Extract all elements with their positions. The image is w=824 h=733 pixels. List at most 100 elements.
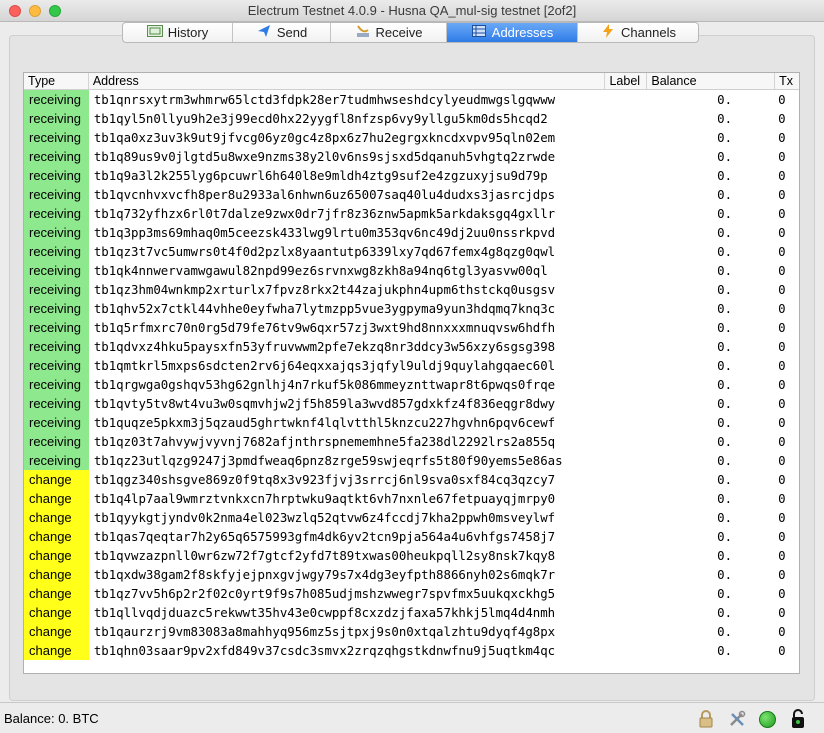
address-table[interactable]: Type Address Label Balance Tx receiving t… [23, 72, 800, 674]
address-type-cell: receiving [24, 432, 89, 451]
table-row[interactable]: receiving tb1qz23utlqzg9247j3pmdfweaq6pnz… [24, 451, 799, 470]
address-type-cell: change [24, 584, 89, 603]
table-row[interactable]: change tb1qxdw38gam2f8skfyjejpnxgvjwgy79s… [24, 565, 799, 584]
table-row[interactable]: receiving tb1q9a3l2k255lyg6pcuwrl6h640l8e… [24, 166, 799, 185]
table-row[interactable]: change tb1qas7qeqtar7h2y65q6575993gfm4dk6… [24, 527, 799, 546]
balance-cell: 0. [717, 548, 733, 563]
close-window-button[interactable] [9, 5, 21, 17]
balance-cell: 0. [717, 339, 733, 354]
balance-cell: 0. [717, 491, 733, 506]
minimize-window-button[interactable] [29, 5, 41, 17]
table-row[interactable]: change tb1qz7vv5h6p2r2f02c0yrt9f9s7h085ud… [24, 584, 799, 603]
label-cell [605, 147, 647, 166]
tx-count-cell: 0 [778, 339, 786, 354]
seed-icon[interactable] [788, 709, 808, 729]
table-row[interactable]: change tb1qhn03saar9pv2xfd849v37csdc3smvx… [24, 641, 799, 660]
table-row[interactable]: receiving tb1qz03t7ahvywjvyvnj7682afjnthr… [24, 432, 799, 451]
header-label[interactable]: Label [605, 73, 648, 89]
table-row[interactable]: receiving tb1q5rfmxrc70n0rg5d79fe76tv9w6q… [24, 318, 799, 337]
balance-cell: 0. [717, 301, 733, 316]
address-cell: tb1qvwzazpnll0wr6zw72f7gtcf2yfd7t89txwas… [93, 548, 556, 563]
balance-cell: 0. [717, 111, 733, 126]
lock-icon[interactable] [696, 709, 716, 729]
table-row[interactable]: change tb1qgz340shsgve869z0f9tq8x3v923fjv… [24, 470, 799, 489]
header-address[interactable]: Address [89, 73, 606, 89]
tab-send[interactable]: Send [233, 23, 331, 42]
label-cell [605, 489, 647, 508]
tab-history[interactable]: History [123, 23, 233, 42]
tab-channels[interactable]: Channels [578, 23, 698, 42]
table-row[interactable]: receiving tb1q732yfhzx6rl0t7dalze9zwx0dr7… [24, 204, 799, 223]
address-cell: tb1qgz340shsgve869z0f9tq8x3v923fjvj3srrc… [93, 472, 556, 487]
tab-addresses[interactable]: Addresses [447, 23, 578, 42]
table-row[interactable]: receiving tb1qvcnhvxvcfh8per8u2933al6nhwn… [24, 185, 799, 204]
table-row[interactable]: receiving tb1q3pp3ms69mhaq0m5ceezsk433lwg… [24, 223, 799, 242]
table-row[interactable]: receiving tb1quqze5pkxm3j5qzaud5ghrtwknf4… [24, 413, 799, 432]
tx-count-cell: 0 [778, 187, 786, 202]
table-row[interactable]: receiving tb1qmtkrl5mxps6sdcten2rv6j64eqx… [24, 356, 799, 375]
table-row[interactable]: change tb1qllvqdjduazc5rekwwt35hv43e0cwpp… [24, 603, 799, 622]
address-cell: tb1q9a3l2k255lyg6pcuwrl6h640l8e9mldh4ztg… [93, 168, 548, 183]
table-row[interactable]: receiving tb1qz3t7vc5umwrs0t4f0d2pzlx8yaa… [24, 242, 799, 261]
address-cell: tb1qxdw38gam2f8skfyjejpnxgvjwgy79s7x4dg3… [93, 567, 556, 582]
tx-count-cell: 0 [778, 244, 786, 259]
zoom-window-button[interactable] [49, 5, 61, 17]
label-cell [605, 90, 647, 109]
address-cell: tb1qz7vv5h6p2r2f02c0yrt9f9s7h085udjmshzw… [93, 586, 556, 601]
table-row[interactable]: change tb1qaurzrj9vm83083a8mahhyq956mz5sj… [24, 622, 799, 641]
address-cell: tb1qdvxz4hku5paysxfn53yfruvwwm2pfe7ekzq8… [93, 339, 556, 354]
table-row[interactable]: receiving tb1qyl5n0llyu9h2e3j99ecd0hx22yy… [24, 109, 799, 128]
table-row[interactable]: receiving tb1qz3hm04wnkmp2xrturlx7fpvz8rk… [24, 280, 799, 299]
balance-cell: 0. [717, 605, 733, 620]
network-status-icon[interactable] [757, 709, 777, 729]
tx-count-cell: 0 [778, 111, 786, 126]
table-row[interactable]: receiving tb1q89us9v0jlgtd5u8wxe9nzms38y2… [24, 147, 799, 166]
tx-count-cell: 0 [778, 206, 786, 221]
address-type-cell: receiving [24, 280, 89, 299]
address-cell: tb1qyl5n0llyu9h2e3j99ecd0hx22yygfl8nfzsp… [93, 111, 548, 126]
header-tx[interactable]: Tx [775, 73, 799, 89]
table-row[interactable]: receiving tb1qrgwga0gshqv53hg62gnlhj4n7rk… [24, 375, 799, 394]
balance-cell: 0. [717, 453, 733, 468]
header-type[interactable]: Type [24, 73, 89, 89]
tx-count-cell: 0 [778, 130, 786, 145]
table-row[interactable]: change tb1qyykgtjyndv0k2nma4el023wzlq52qt… [24, 508, 799, 527]
tx-count-cell: 0 [778, 263, 786, 278]
address-type-cell: receiving [24, 375, 89, 394]
label-cell [605, 603, 647, 622]
receive-icon [355, 24, 371, 41]
tx-count-cell: 0 [778, 282, 786, 297]
tab-send-label: Send [276, 25, 308, 40]
table-row[interactable]: receiving tb1qvty5tv8wt4vu3w0sqmvhjw2jf5h… [24, 394, 799, 413]
tx-count-cell: 0 [778, 586, 786, 601]
table-row[interactable]: receiving tb1qdvxz4hku5paysxfn53yfruvwwm2… [24, 337, 799, 356]
table-row[interactable]: receiving tb1qhv52x7ctkl44vhhe0eyfwha7lyt… [24, 299, 799, 318]
header-balance[interactable]: Balance [647, 73, 776, 89]
table-row[interactable]: receiving tb1qa0xz3uv3k9ut9jfvcg06yz0gc4z… [24, 128, 799, 147]
balance-cell: 0. [717, 415, 733, 430]
tx-count-cell: 0 [778, 548, 786, 563]
address-type-cell: receiving [24, 337, 89, 356]
tools-icon[interactable] [727, 709, 747, 729]
address-cell: tb1qllvqdjduazc5rekwwt35hv43e0cwppf8cxzd… [93, 605, 556, 620]
balance-cell: 0. [717, 377, 733, 392]
table-row[interactable]: change tb1qvwzazpnll0wr6zw72f7gtcf2yfd7t8… [24, 546, 799, 565]
tab-receive[interactable]: Receive [331, 23, 447, 42]
label-cell [605, 356, 647, 375]
table-row[interactable]: receiving tb1qk4nnwervamwgawul82npd99ez6s… [24, 261, 799, 280]
label-cell [605, 280, 647, 299]
address-cell: tb1qvcnhvxvcfh8per8u2933al6nhwn6uz65007s… [93, 187, 556, 202]
address-cell: tb1qvty5tv8wt4vu3w0sqmvhjw2jf5h859la3wvd… [93, 396, 556, 411]
label-cell [605, 204, 647, 223]
balance-cell: 0. [717, 586, 733, 601]
table-row[interactable]: change tb1q4lp7aal9wmrztvnkxcn7hrptwku9aq… [24, 489, 799, 508]
balance-cell: 0. [717, 282, 733, 297]
address-type-cell: receiving [24, 147, 89, 166]
table-row[interactable]: receiving tb1qnrsxytrm3whmrw65lctd3fdpk28… [24, 90, 799, 109]
address-cell: tb1qas7qeqtar7h2y65q6575993gfm4dk6yv2tcn… [93, 529, 556, 544]
balance-cell: 0. [717, 358, 733, 373]
address-type-cell: change [24, 565, 89, 584]
label-cell [605, 546, 647, 565]
tx-count-cell: 0 [778, 605, 786, 620]
address-type-cell: change [24, 641, 89, 660]
